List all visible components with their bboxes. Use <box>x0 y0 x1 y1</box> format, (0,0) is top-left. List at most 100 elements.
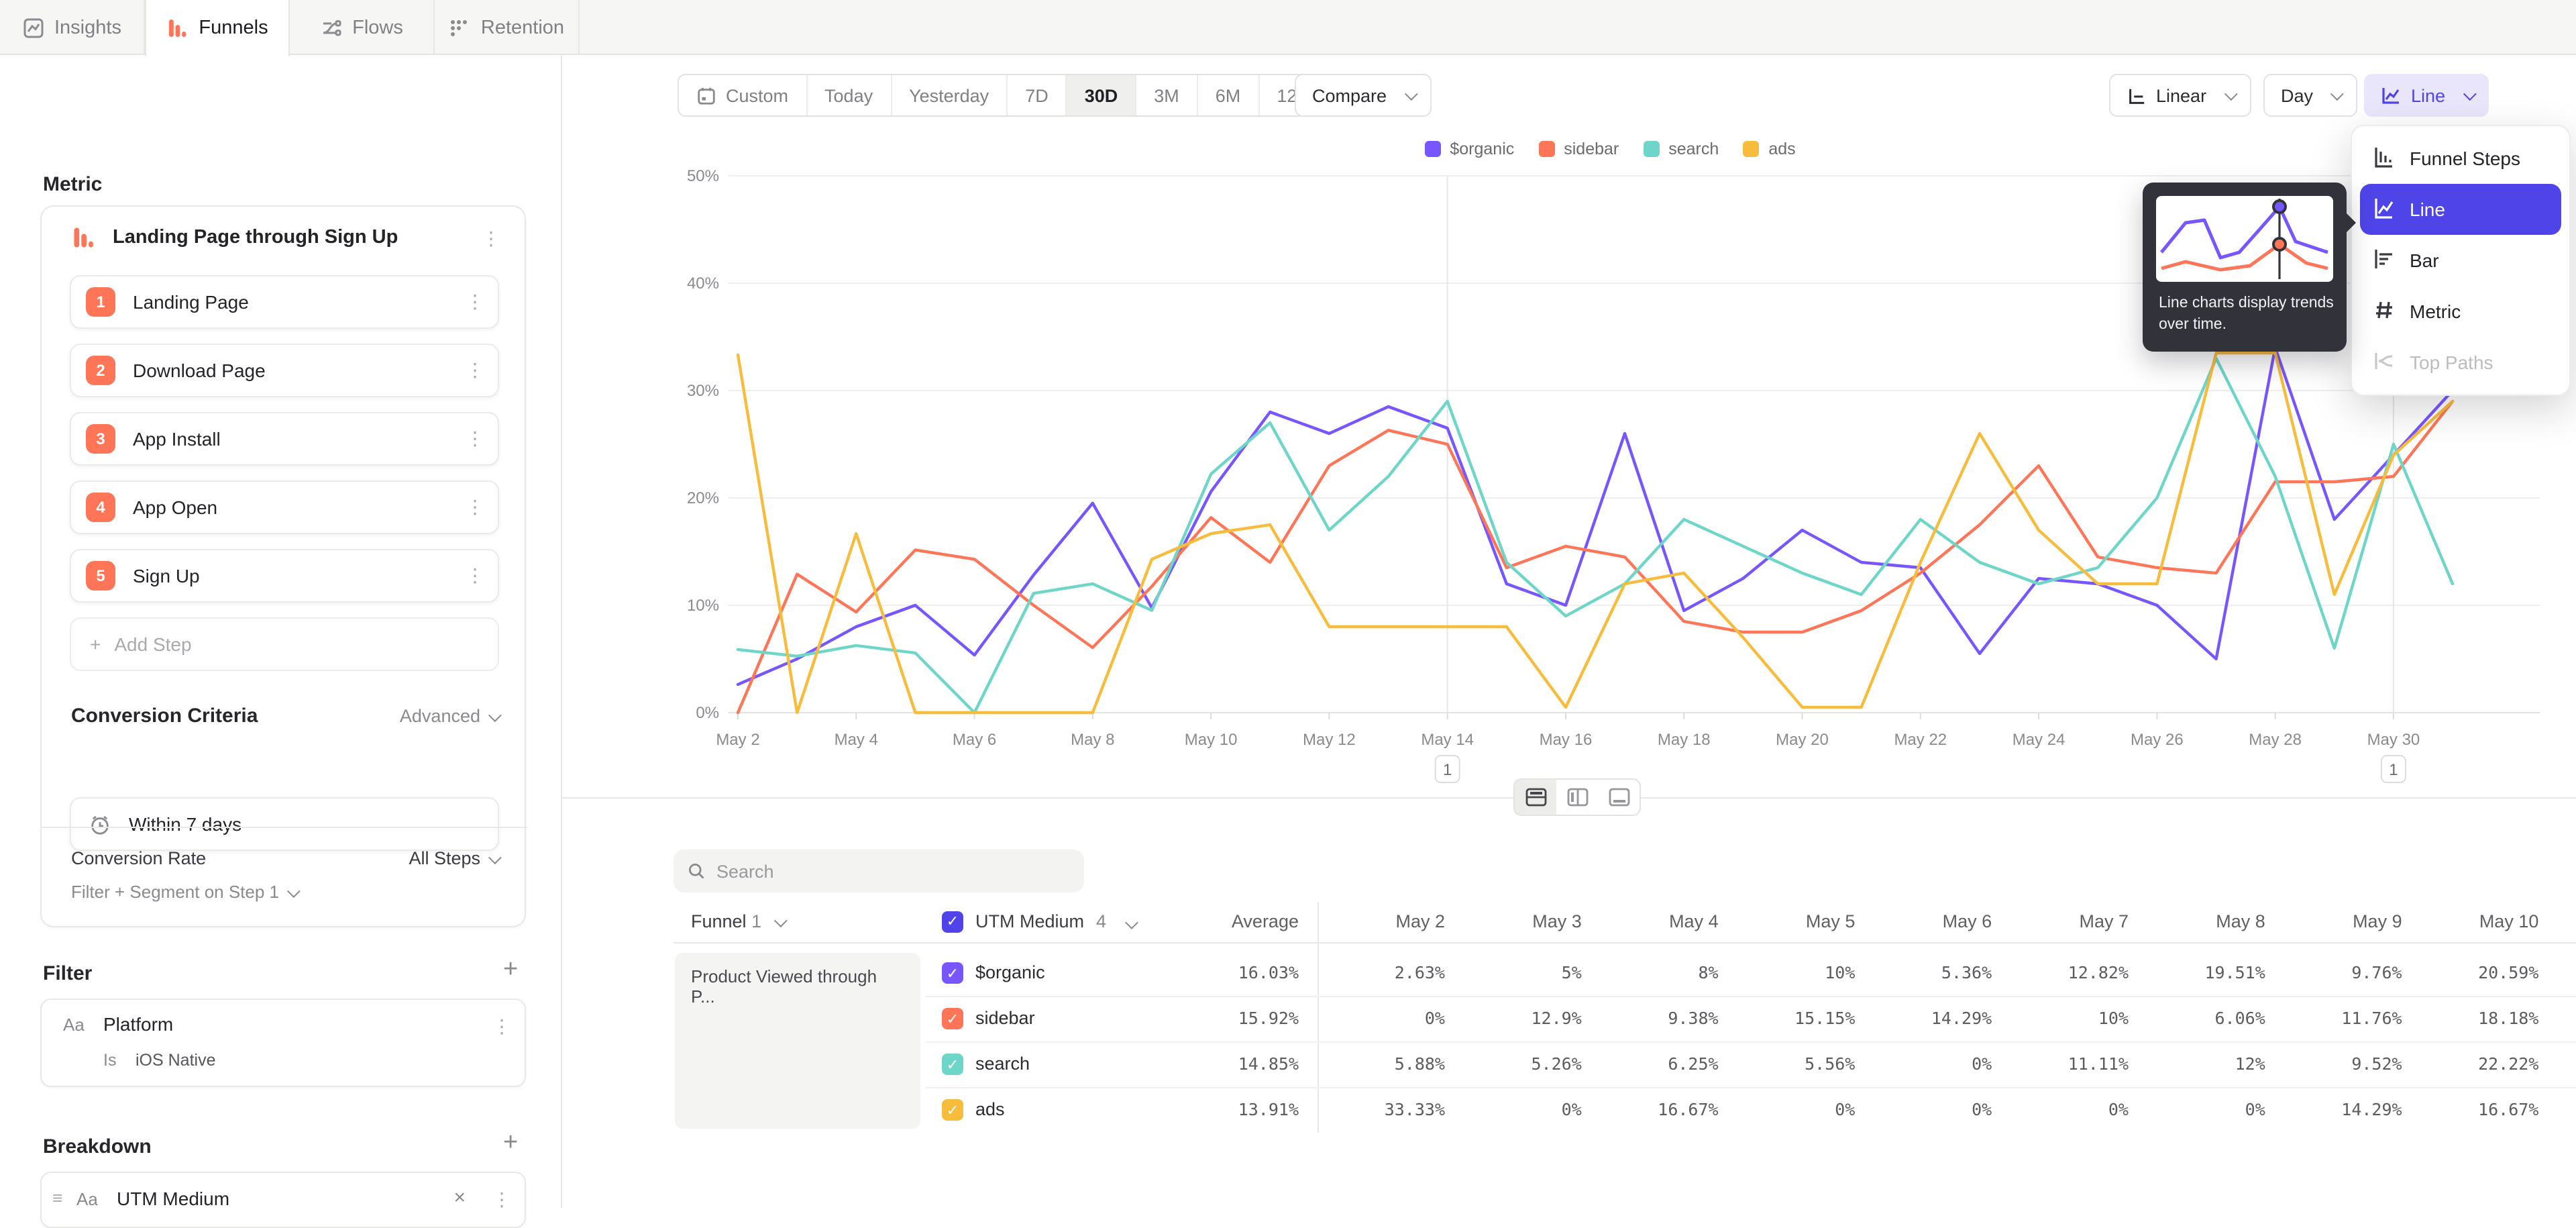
funnel-step-3[interactable]: 3App Install⋮ <box>70 412 499 466</box>
table-cell: 2.63% <box>1297 950 1445 996</box>
drag-handle-icon[interactable]: ≡ <box>52 1188 62 1208</box>
string-type-icon: Aa <box>76 1189 98 1209</box>
funnel-step-4[interactable]: 4App Open⋮ <box>70 480 499 534</box>
layout-split-vertical-icon[interactable] <box>1556 780 1598 815</box>
all-steps-dropdown[interactable]: All Steps <box>409 848 498 868</box>
metric-icon <box>2372 297 2396 325</box>
step-kebab-icon[interactable]: ⋮ <box>466 564 484 587</box>
remove-breakdown-icon[interactable]: × <box>453 1186 466 1209</box>
svg-text:40%: 40% <box>687 274 719 293</box>
step-kebab-icon[interactable]: ⋮ <box>466 427 484 450</box>
legend-item-sidebar[interactable]: sidebar <box>1538 140 1619 158</box>
table-cell: 11.76% <box>2255 996 2402 1041</box>
granularity-dropdown[interactable]: Day <box>2263 74 2357 117</box>
column-header-may-10: May 10 <box>2391 902 2538 942</box>
date-range-6m[interactable]: 6M <box>1198 75 1260 115</box>
row-checkbox-sidebar[interactable]: ✓ <box>942 1008 963 1029</box>
legend-swatch <box>1538 141 1554 157</box>
add-filter-button[interactable]: + <box>503 956 518 985</box>
step-kebab-icon[interactable]: ⋮ <box>466 359 484 382</box>
funnel-column-dropdown[interactable]: Funnel 1 <box>691 902 784 942</box>
conversion-window-card[interactable]: Within 7 days <box>70 797 499 851</box>
step-kebab-icon[interactable]: ⋮ <box>466 291 484 313</box>
svg-text:50%: 50% <box>687 168 719 185</box>
filter-card[interactable]: Aa Platform ⋮ Is iOS Native <box>40 999 526 1087</box>
breakdown-card[interactable]: ≡ Aa UTM Medium × ⋮ <box>40 1172 526 1228</box>
table-cell: 5.56% <box>1707 1041 1855 1087</box>
filter-kebab-icon[interactable]: ⋮ <box>492 1015 511 1038</box>
legend-item-organic[interactable]: $organic <box>1424 140 1514 158</box>
plus-icon: + <box>90 633 101 655</box>
funnel-column-count: 1 <box>751 911 761 931</box>
funnel-step-5[interactable]: 5Sign Up⋮ <box>70 549 499 603</box>
date-range-today[interactable]: Today <box>807 75 892 115</box>
svg-text:1: 1 <box>2389 761 2398 779</box>
date-range-7d[interactable]: 7D <box>1008 75 1067 115</box>
table-cell: 12.9% <box>1434 996 1582 1041</box>
date-range-3m[interactable]: 3M <box>1136 75 1198 115</box>
table-cell: 11.11% <box>1981 1041 2129 1087</box>
tab-label: Funnels <box>199 17 268 39</box>
clock-icon <box>89 813 111 835</box>
chart-type-dropdown[interactable]: Line <box>2364 74 2488 117</box>
row-checkbox-organic[interactable]: ✓ <box>942 962 963 984</box>
menu-item-line[interactable]: Line <box>2360 184 2561 235</box>
table-cell: 9.76% <box>2255 950 2402 996</box>
all-steps-label: All Steps <box>409 848 480 868</box>
step-label: App Open <box>133 497 217 518</box>
row-checkbox-search[interactable]: ✓ <box>942 1054 963 1075</box>
tab-flows[interactable]: Flows <box>290 0 435 55</box>
tab-retention[interactable]: Retention <box>435 0 580 55</box>
scale-label: Linear <box>2156 85 2206 105</box>
filter-segment-dropdown[interactable]: Filter + Segment on Step 1 <box>71 882 297 902</box>
funnel-cell[interactable]: Product Viewed through P... <box>675 953 920 1129</box>
scale-dropdown[interactable]: Linear <box>2109 74 2251 117</box>
add-step-button[interactable]: + Add Step <box>70 617 499 671</box>
menu-item-bar[interactable]: Bar <box>2360 235 2561 286</box>
funnel-title-row[interactable]: Landing Page through Sign Up <box>71 225 398 250</box>
table-cell: 14.29% <box>2255 1087 2402 1133</box>
conversion-window-label: Within 7 days <box>129 813 241 835</box>
funnel-kebab-icon[interactable]: ⋮ <box>482 227 500 250</box>
table-cell: 12.82% <box>1981 950 2129 996</box>
advanced-dropdown[interactable]: Advanced <box>400 706 498 726</box>
chevron-down-icon <box>2463 87 2476 100</box>
column-header-may-6: May 6 <box>1844 902 1992 942</box>
menu-item-funnel-steps[interactable]: Funnel Steps <box>2360 133 2561 184</box>
legend-swatch <box>1424 141 1440 157</box>
row-label: sidebar <box>975 996 1035 1041</box>
funnel-step-1[interactable]: 1Landing Page⋮ <box>70 275 499 329</box>
tab-insights[interactable]: Insights <box>0 0 145 55</box>
breakdown-column-dropdown[interactable]: ✓ UTM Medium 4 <box>942 902 1136 942</box>
add-breakdown-button[interactable]: + <box>503 1129 518 1158</box>
layout-split-horizontal-icon[interactable] <box>1515 780 1556 815</box>
column-header-average: Average <box>1151 902 1299 942</box>
date-range-30d[interactable]: 30D <box>1067 75 1137 115</box>
compare-button[interactable]: Compare <box>1295 74 1431 117</box>
date-range-segmented-control: CustomTodayYesterday7D30D3M6M12M <box>678 74 1331 117</box>
legend-item-ads[interactable]: ads <box>1743 140 1795 158</box>
breakdown-select-all-checkbox[interactable]: ✓ <box>942 911 963 933</box>
tooltip-arrow <box>2345 212 2356 234</box>
search-input[interactable] <box>716 861 1052 881</box>
line-chart-tooltip: Line charts display trends over time. <box>2143 183 2347 352</box>
layout-bottom-icon[interactable] <box>1598 780 1640 815</box>
tooltip-mini-chart <box>2156 196 2333 282</box>
table-cell: 9.38% <box>1571 996 1719 1041</box>
step-number-badge: 1 <box>86 287 115 317</box>
step-kebab-icon[interactable]: ⋮ <box>466 496 484 519</box>
chevron-down-icon <box>488 709 502 722</box>
funnel-step-2[interactable]: 2Download Page⋮ <box>70 344 499 397</box>
table-cell: 10% <box>1707 950 1855 996</box>
tab-funnels[interactable]: Funnels <box>145 0 290 56</box>
legend-item-search[interactable]: search <box>1643 140 1719 158</box>
date-range-custom[interactable]: Custom <box>679 75 807 115</box>
menu-item-metric[interactable]: Metric <box>2360 286 2561 337</box>
table-cell: 16.03% <box>1151 950 1299 996</box>
date-range-yesterday[interactable]: Yesterday <box>892 75 1008 115</box>
legend-label: search <box>1668 140 1719 158</box>
row-checkbox-ads[interactable]: ✓ <box>942 1099 963 1121</box>
table-cell: 6.25% <box>1571 1041 1719 1087</box>
table-cell: 12% <box>2118 1041 2265 1087</box>
svg-text:May 8: May 8 <box>1071 731 1114 749</box>
